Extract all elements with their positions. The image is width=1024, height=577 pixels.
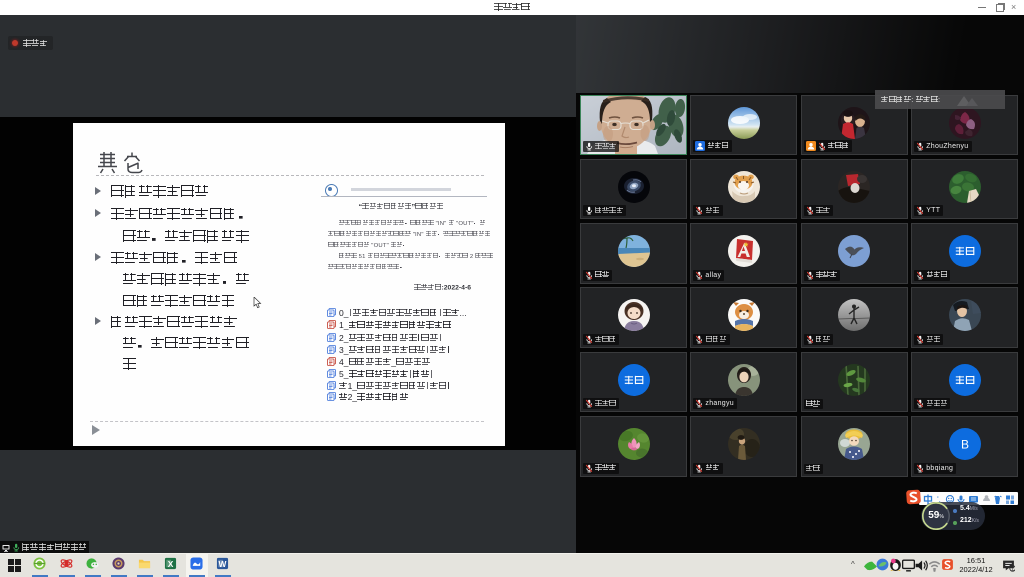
svg-text:B: B (961, 437, 969, 451)
svg-text:X: X (168, 559, 174, 569)
svg-text:W: W (219, 559, 227, 569)
svg-text:1: 1 (1011, 566, 1014, 572)
